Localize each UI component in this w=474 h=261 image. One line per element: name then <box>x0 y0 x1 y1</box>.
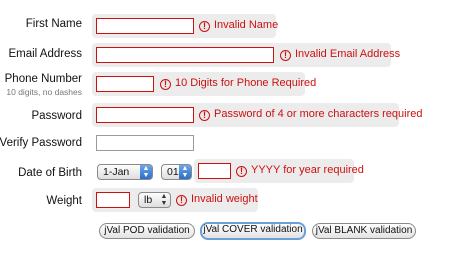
phone-hint: 10 digits, no dashes <box>6 87 82 97</box>
dob-day-select[interactable]: 01 ▲ ▼ <box>161 164 192 180</box>
error-icon: ! <box>280 50 291 61</box>
email-label: Email Address <box>8 48 82 60</box>
password-input[interactable] <box>96 107 194 123</box>
verify-password-label: Verify Password <box>0 137 82 149</box>
error-icon: ! <box>160 79 171 90</box>
weight-unit-select[interactable]: lb ▲ ▼ <box>138 192 171 208</box>
error-icon: ! <box>176 195 187 206</box>
weight-input[interactable] <box>96 192 130 208</box>
error-icon: ! <box>199 110 210 121</box>
weight-error: Invalid weight <box>191 193 258 205</box>
weight-unit-value: lb <box>144 194 153 206</box>
error-icon: ! <box>199 21 210 32</box>
jval-pod-button[interactable]: jVal POD validation <box>99 223 195 239</box>
jval-blank-button[interactable]: jVal BLANK validation <box>312 223 416 239</box>
first-name-input[interactable] <box>96 18 194 34</box>
phone-label: Phone Number <box>4 73 82 85</box>
dob-label: Date of Birth <box>18 167 82 179</box>
first-name-error: Invalid Name <box>214 19 279 31</box>
weight-label: Weight <box>46 195 82 207</box>
email-input[interactable] <box>96 47 274 63</box>
verify-password-input[interactable] <box>96 135 194 151</box>
jval-cover-button[interactable]: jVal COVER validation <box>200 222 306 240</box>
select-updown-arrows-icon: ▲ ▼ <box>140 165 152 179</box>
select-updown-arrows-icon: ▲ ▼ <box>179 165 191 179</box>
select-updown-arrows-icon: ▲ ▼ <box>160 193 168 207</box>
dob-month-value: 1-Jan <box>103 166 130 178</box>
dob-error: YYYY for year required <box>251 164 364 176</box>
password-label: Password <box>31 110 83 122</box>
dob-year-input[interactable] <box>198 163 231 179</box>
first-name-label: First Name <box>25 18 82 30</box>
error-icon: ! <box>236 166 247 177</box>
password-error: Password of 4 or more characters require… <box>214 108 423 120</box>
phone-input[interactable] <box>96 76 154 92</box>
dob-day-value: 01 <box>167 166 179 178</box>
dob-month-select[interactable]: 1-Jan ▲ ▼ <box>97 164 153 180</box>
email-error: Invalid Email Address <box>295 48 401 60</box>
phone-error: 10 Digits for Phone Required <box>175 77 317 89</box>
